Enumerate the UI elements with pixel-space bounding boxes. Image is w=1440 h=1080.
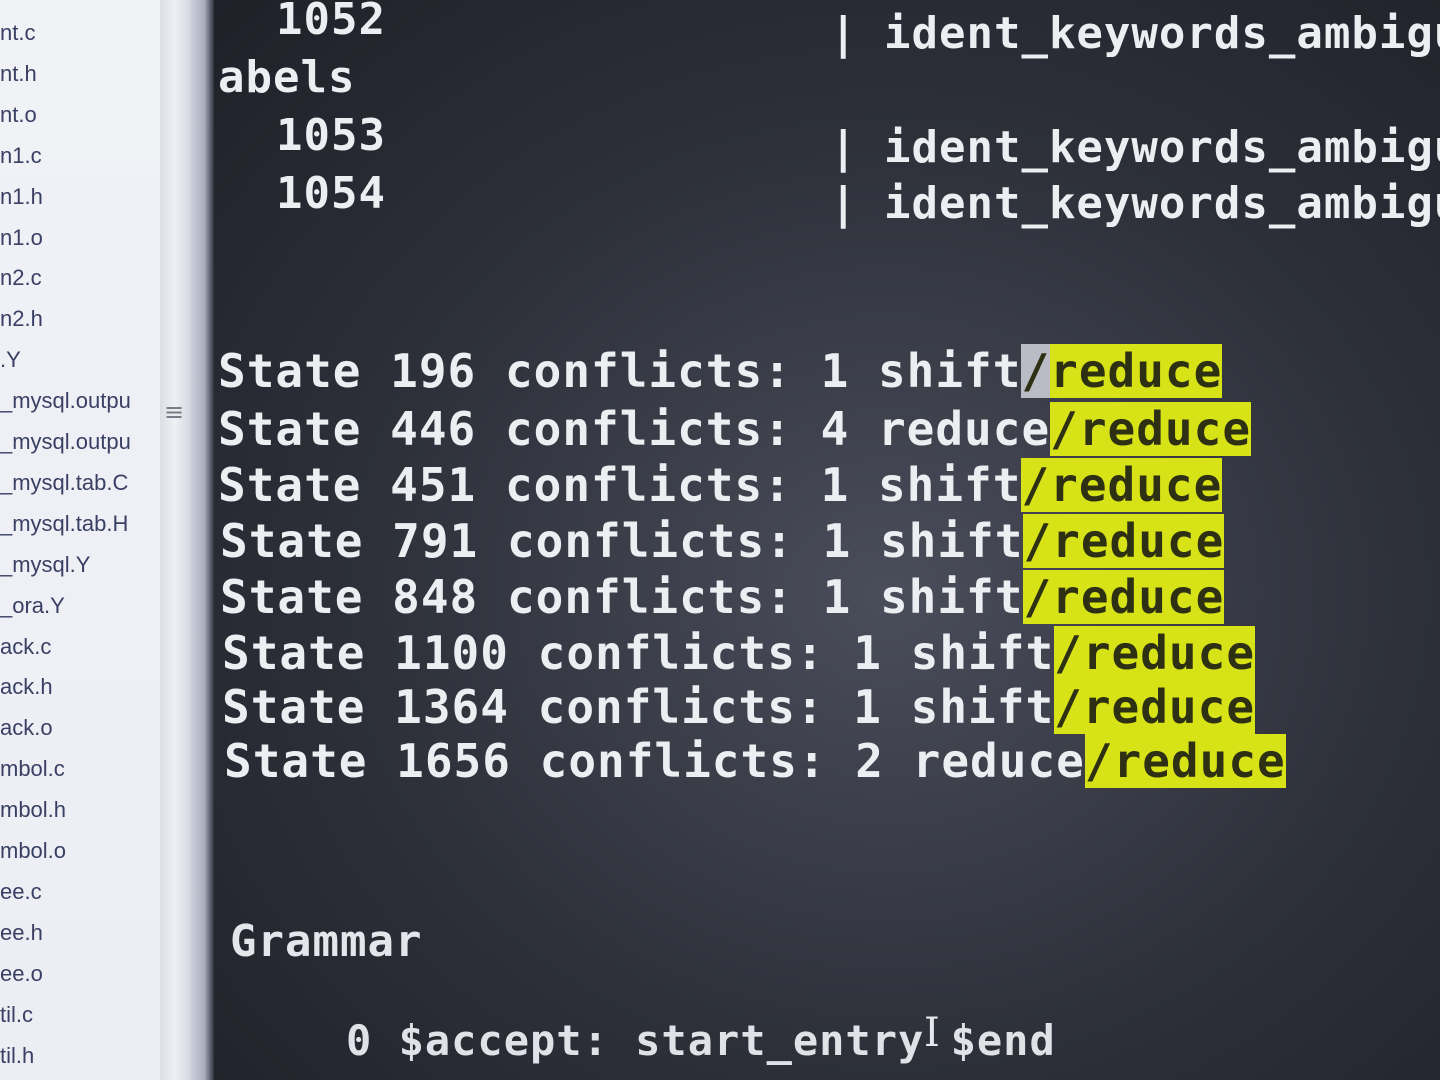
conflict-slash: / xyxy=(1084,734,1114,788)
file-list-item[interactable]: n2.h xyxy=(0,304,43,334)
file-list-item[interactable]: ee.o xyxy=(0,959,43,989)
file-list-item[interactable]: n1.h xyxy=(0,182,43,212)
line-number: 1053 xyxy=(276,110,386,161)
conflict-slash: / xyxy=(1054,626,1083,680)
rule-text: ident_keywords_ambigu xyxy=(884,8,1440,59)
search-highlight: reduce xyxy=(1078,402,1252,456)
rule-text: ident_keywords_ambigu xyxy=(884,178,1440,229)
conflict-text: State 1364 conflicts: 1 shift xyxy=(222,680,1055,734)
file-list-item[interactable]: _ora.Y xyxy=(0,591,65,621)
line-number: 1052 xyxy=(276,0,386,45)
conflict-slash: / xyxy=(1021,458,1051,512)
file-list-item[interactable]: nt.c xyxy=(0,18,35,48)
conflict-text: State 1656 conflicts: 2 reduce xyxy=(224,734,1085,788)
file-list-item[interactable]: .Y xyxy=(0,345,21,375)
conflict-line: State 1100 conflicts: 1 shift/reduce xyxy=(222,626,1256,680)
conflict-slash: / xyxy=(1050,402,1079,456)
splitter-grip-icon[interactable]: ≡ xyxy=(164,398,184,426)
file-list-item[interactable]: ack.c xyxy=(0,632,51,662)
text-cursor-icon: I xyxy=(924,1010,940,1056)
conflict-text: State 1100 conflicts: 1 shift xyxy=(222,626,1055,680)
file-list-item[interactable]: _mysql.Y xyxy=(0,550,90,580)
grammar-heading: Grammar xyxy=(230,916,423,967)
rule-pipe: | xyxy=(830,122,858,173)
file-list-item[interactable]: _mysql.tab.H xyxy=(0,509,128,539)
file-list-item[interactable]: mbol.h xyxy=(0,795,66,825)
conflict-line: State 1364 conflicts: 1 shift/reduce xyxy=(222,680,1256,734)
conflict-text: State 791 conflicts: 1 shift xyxy=(220,514,1024,568)
conflict-slash: / xyxy=(1023,514,1053,568)
conflict-text: State 196 conflicts: 1 shift xyxy=(218,344,1022,398)
conflict-line: State 451 conflicts: 1 shift/reduce xyxy=(218,458,1223,512)
file-list-item[interactable]: _mysql.tab.C xyxy=(0,468,128,498)
file-list-item[interactable]: n2.c xyxy=(0,263,42,293)
grammar-rule: 0 $accept: start_entry $end xyxy=(346,1016,1056,1065)
file-list-item[interactable]: mbol.c xyxy=(0,754,65,784)
conflict-line: State 791 conflicts: 1 shift/reduce xyxy=(220,514,1225,568)
file-list-item[interactable]: _mysql.outpu xyxy=(0,386,131,416)
panel-splitter[interactable] xyxy=(160,0,190,1080)
line-number: 1054 xyxy=(276,168,386,219)
conflict-text: State 451 conflicts: 1 shift xyxy=(218,458,1022,512)
conflict-text: State 446 conflicts: 4 reduce xyxy=(218,402,1051,456)
file-list-item[interactable]: ack.h xyxy=(0,672,53,702)
search-highlight: reduce xyxy=(1050,344,1223,398)
conflict-line: State 196 conflicts: 1 shift/reduce xyxy=(218,344,1223,398)
file-list-item[interactable]: ee.h xyxy=(0,918,43,948)
file-list-panel: nt.c nt.h nt.o n1.c n1.h n1.o n2.c n2.h .Y _mysql… xyxy=(0,0,160,1080)
conflict-text: State 848 conflicts: 1 shift xyxy=(220,570,1024,624)
file-list-item[interactable]: nt.o xyxy=(0,100,37,130)
conflict-line: State 848 conflicts: 1 shift/reduce xyxy=(220,570,1225,624)
search-highlight: reduce xyxy=(1052,514,1225,568)
rule-pipe: | xyxy=(830,8,858,59)
search-highlight: reduce xyxy=(1113,734,1286,788)
conflict-line: State 1656 conflicts: 2 reduce/reduce xyxy=(224,734,1286,788)
file-list-item[interactable]: n1.c xyxy=(0,141,42,171)
search-highlight: reduce xyxy=(1082,680,1256,734)
file-list-item[interactable]: mbol.o xyxy=(0,836,66,866)
search-highlight: reduce xyxy=(1082,626,1256,680)
file-list-item[interactable]: ee.c xyxy=(0,877,42,907)
conflict-line: State 446 conflicts: 4 reduce/reduce xyxy=(218,402,1252,456)
file-list-item[interactable]: nt.h xyxy=(0,59,37,89)
file-list-item[interactable]: n1.o xyxy=(0,223,43,253)
rule-pipe: | xyxy=(830,178,858,229)
panel-edge xyxy=(190,0,214,1080)
terminal-output[interactable]: 1052 | ident_keywords_ambigu abels 1053 … xyxy=(214,0,1440,1080)
conflict-slash: / xyxy=(1054,680,1083,734)
search-highlight: reduce xyxy=(1050,458,1223,512)
conflict-slash: / xyxy=(1023,570,1053,624)
section-label: abels xyxy=(218,52,356,103)
file-list-item[interactable]: til.h xyxy=(0,1041,34,1071)
file-list-item[interactable]: ack.o xyxy=(0,713,53,743)
file-list-item[interactable]: _mysql.outpu xyxy=(0,427,131,457)
rule-text: ident_keywords_ambigu xyxy=(884,122,1440,173)
file-list-item[interactable]: til.c xyxy=(0,1000,33,1030)
conflict-slash: / xyxy=(1021,344,1051,398)
search-highlight: reduce xyxy=(1052,570,1225,624)
